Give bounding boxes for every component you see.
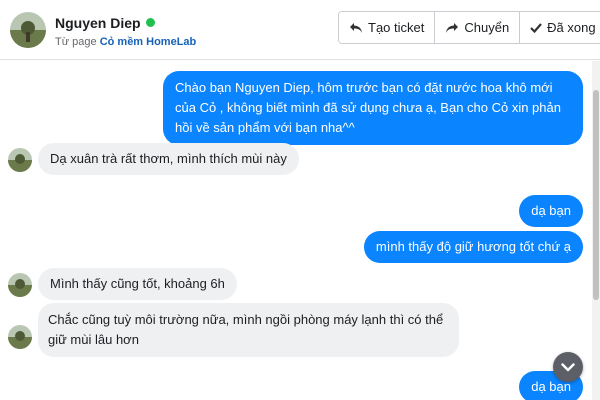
reply-arrow-icon [350, 22, 362, 33]
create-ticket-label: Tạo ticket [368, 20, 425, 35]
sender-avatar[interactable] [8, 325, 32, 349]
message-outgoing: dạ bạn [519, 195, 583, 227]
transfer-button[interactable]: Chuyển [435, 12, 521, 43]
source-prefix: Từ page [55, 36, 97, 48]
conversation-header: Nguyen Diep Từ page Cỏ mềm HomeLab Tạo t… [0, 0, 600, 60]
contact-avatar[interactable] [10, 12, 46, 48]
message-incoming: Dạ xuân trà rất thơm, mình thích mùi này [38, 143, 299, 175]
avatar-image [8, 325, 32, 349]
done-label: Đã xong [547, 20, 596, 35]
create-ticket-button[interactable]: Tạo ticket [339, 12, 436, 43]
message-list[interactable]: Chào bạn Nguyen Diep, hôm trước bạn có đ… [0, 61, 592, 400]
source-page: Từ page Cỏ mềm HomeLab [55, 36, 196, 48]
checkmark-icon [530, 23, 543, 33]
transfer-label: Chuyển [464, 20, 510, 35]
forward-arrow-icon [446, 22, 459, 33]
avatar-image [8, 273, 32, 297]
action-button-group: Tạo ticket Chuyển Đã xong [338, 11, 600, 44]
contact-name: Nguyen Diep [55, 15, 141, 31]
message-outgoing: Chào bạn Nguyen Diep, hôm trước bạn có đ… [163, 71, 583, 145]
message-incoming: Mình thấy cũng tốt, khoảng 6h [38, 268, 237, 300]
sender-avatar[interactable] [8, 148, 32, 172]
message-incoming: Chắc cũng tuỳ môi trường nữa, mình ngồi … [38, 303, 459, 357]
sender-avatar[interactable] [8, 273, 32, 297]
chat-scrollbar[interactable] [592, 61, 600, 400]
scroll-to-bottom-button[interactable] [553, 352, 583, 382]
chevron-down-icon [561, 362, 575, 371]
online-status-dot [145, 18, 155, 27]
done-button[interactable]: Đã xong [520, 12, 600, 43]
avatar-image [8, 148, 32, 172]
avatar-image [10, 12, 46, 48]
page-name-link[interactable]: Cỏ mềm HomeLab [100, 36, 197, 48]
scrollbar-thumb[interactable] [593, 90, 599, 300]
message-outgoing: mình thấy độ giữ hương tốt chứ ạ [363, 231, 583, 263]
contact-name-row: Nguyen Diep [55, 15, 155, 31]
